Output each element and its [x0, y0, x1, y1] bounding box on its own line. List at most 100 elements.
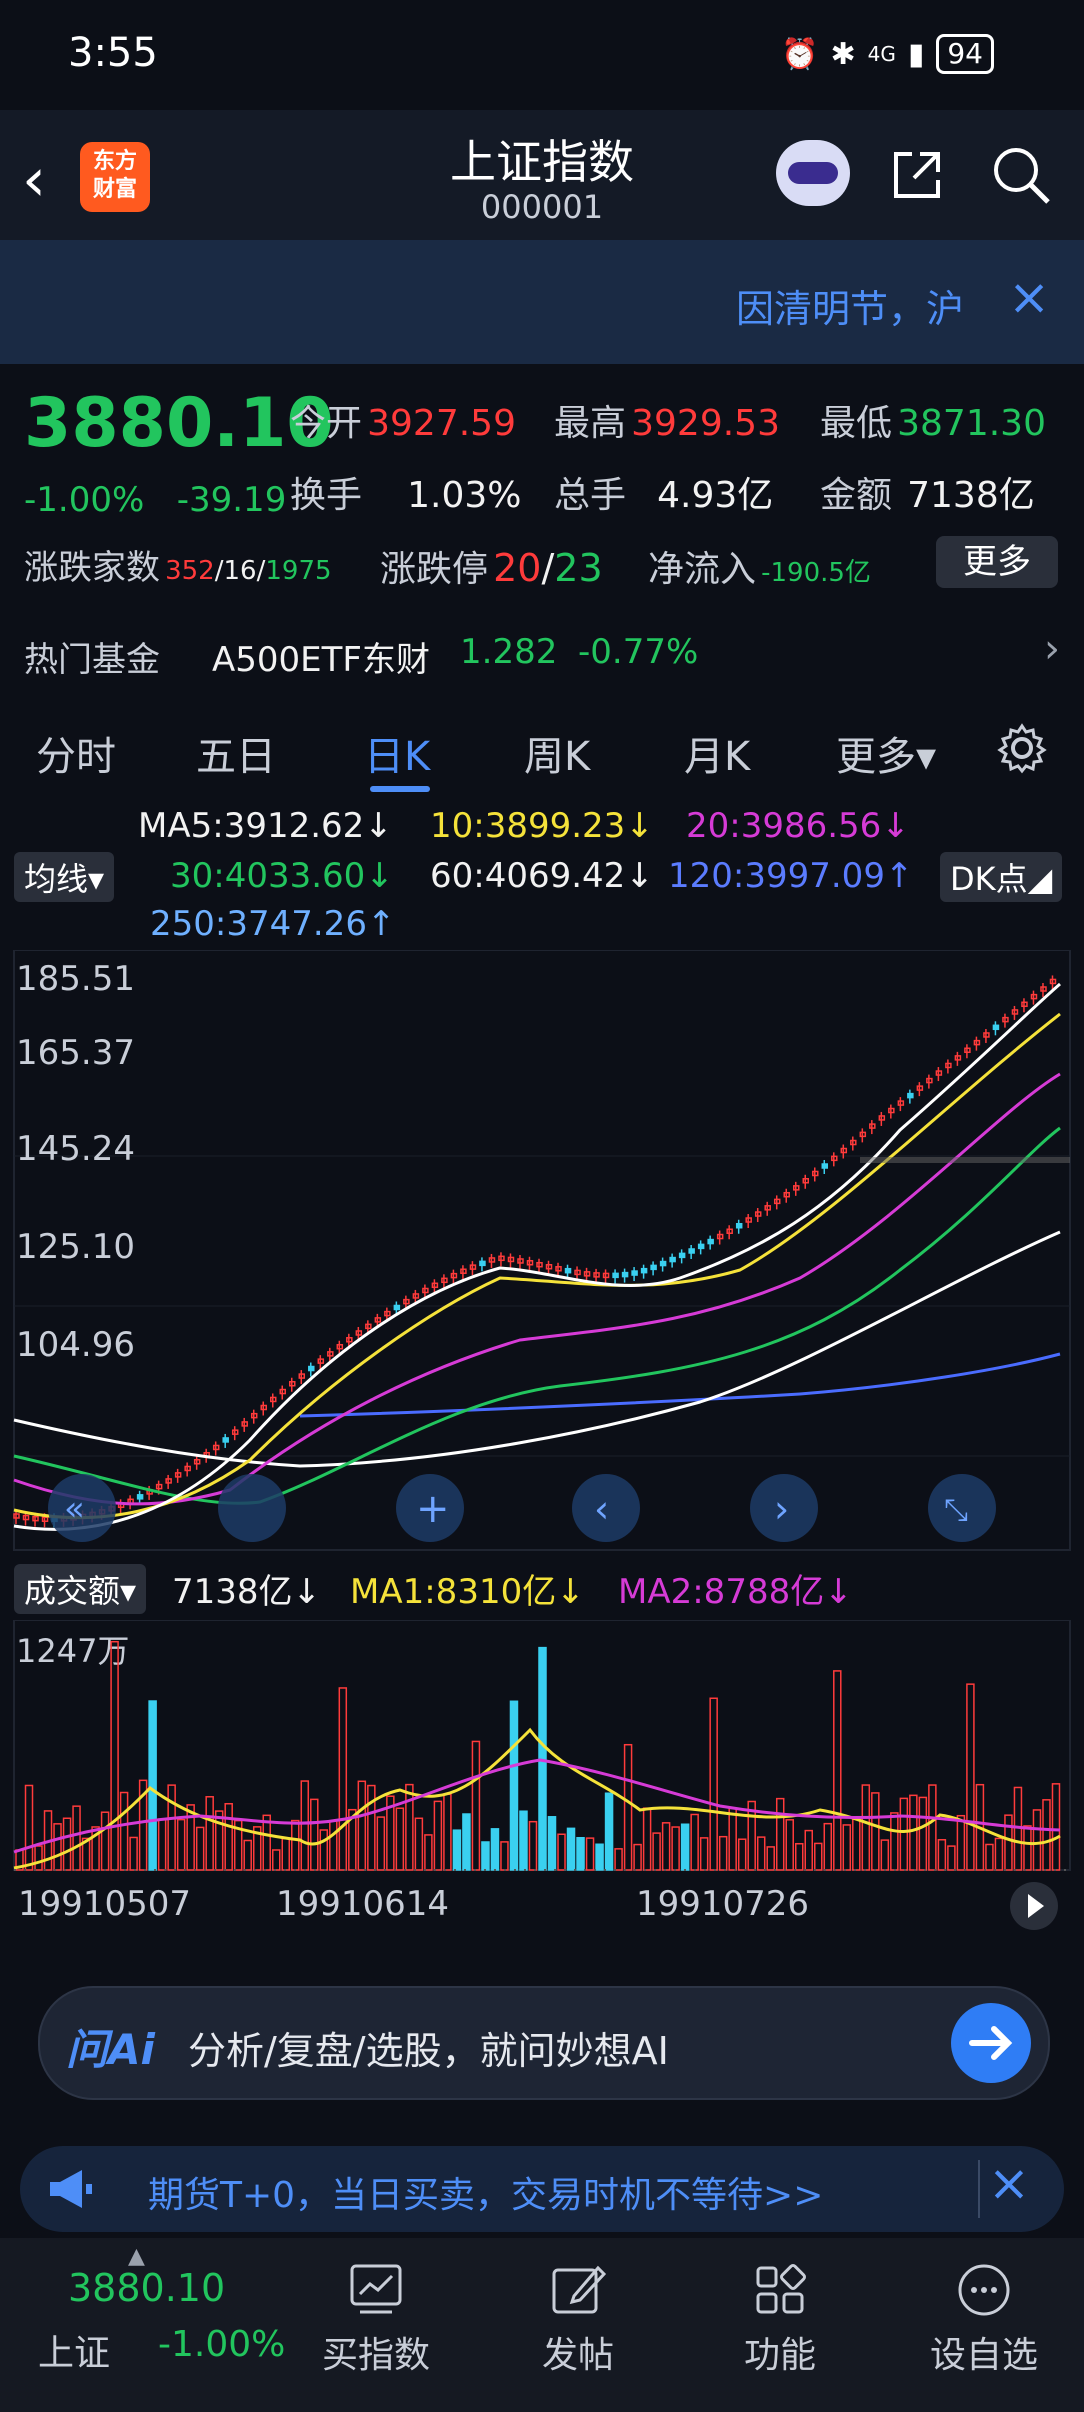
notice-bar[interactable]: 因清明节，沪 ×	[0, 240, 1084, 364]
volume-bar	[357, 1780, 367, 1871]
limit-down: 23	[554, 546, 603, 590]
volume-bar	[405, 1783, 414, 1871]
chevron-right-icon: ›	[774, 1487, 789, 1531]
candle-body	[678, 1252, 686, 1259]
volume-bar	[119, 1791, 129, 1871]
grid-icon	[756, 2264, 806, 2314]
volume-svg: 1247万	[13, 1619, 1071, 1871]
volume-bar	[1051, 1783, 1061, 1871]
tab-five-day[interactable]: 五日	[196, 724, 276, 782]
volume-bar	[728, 1807, 737, 1871]
volume-bar	[557, 1833, 566, 1871]
ai-ask-bar[interactable]: 问Ai 分析/复盘/选股，就问妙想AI	[38, 1986, 1050, 2100]
inflow-label: 净流入	[648, 549, 757, 590]
candle-body	[308, 1365, 315, 1372]
volume-bar	[176, 1818, 186, 1871]
candle-body	[821, 1163, 829, 1169]
tab-daily-k[interactable]: 日K	[364, 724, 430, 782]
signal-icon: ▮	[907, 36, 925, 72]
tab-weekly-k[interactable]: 周K	[524, 724, 590, 782]
status-icons: ⏰ ✱ 4G ▮ 94	[781, 34, 994, 74]
volume-bar	[519, 1810, 528, 1871]
volume-bar	[794, 1842, 804, 1871]
tab-intraday[interactable]: 分时	[36, 724, 116, 782]
more-dots-icon	[958, 2264, 1010, 2316]
dk-point-toggle[interactable]: DK点◢	[940, 852, 1063, 902]
volume-bar	[899, 1797, 909, 1871]
functions-label: 功能	[743, 2335, 816, 2376]
ma-legend: 均线▾ MA5:3912.62↓ 10:3899.23↓ 20:3986.56↓…	[0, 800, 1084, 950]
turnover-value: 1.03%	[407, 475, 522, 516]
volume-toggle[interactable]: 成交额▾	[14, 1564, 147, 1614]
share-icon[interactable]	[890, 148, 944, 202]
buy-index-button[interactable]: 买指数	[276, 2238, 476, 2378]
chevron-left-icon: ‹	[594, 1487, 609, 1531]
more-button[interactable]: 更多	[936, 536, 1058, 588]
ma5-value: MA5:3912.62↓	[138, 806, 393, 846]
candle-body	[612, 1272, 619, 1279]
tab-monthly-k[interactable]: 月K	[684, 724, 750, 782]
amount-value: 7138亿	[907, 475, 1035, 516]
promo-banner[interactable]: 期货T+0，当日买卖，交易时机不等待>> ×	[20, 2146, 1064, 2232]
volume-bar	[72, 1805, 81, 1871]
ma-toggle[interactable]: 均线▾	[14, 852, 115, 902]
alarm-icon: ⏰	[781, 36, 819, 72]
index-quick-quote[interactable]: ▲ 3880.10 上证 -1.00%	[0, 2238, 285, 2412]
candle-body	[631, 1270, 638, 1276]
close-icon[interactable]: ×	[988, 2154, 1030, 2212]
volume-bar	[167, 1784, 176, 1871]
edit-icon	[552, 2265, 607, 2314]
volume-bar	[585, 1837, 595, 1871]
ai-robot-icon[interactable]	[776, 140, 850, 206]
add-watchlist-button[interactable]: 设自选	[884, 2238, 1084, 2378]
chart-frame	[13, 949, 1071, 1551]
chevron-right-icon[interactable]: ›	[1044, 626, 1060, 672]
volume-bar	[985, 1843, 994, 1871]
volume-bar	[852, 1818, 861, 1871]
ma10-value: 10:3899.23↓	[430, 806, 654, 846]
volume-bar	[595, 1843, 604, 1871]
volume-bar	[699, 1837, 709, 1871]
index-name: 上证	[38, 2333, 111, 2374]
search-icon[interactable]	[990, 144, 1052, 206]
post-button[interactable]: 发帖	[478, 2238, 678, 2378]
index-change: -1.00%	[158, 2324, 286, 2365]
change-pct: -1.00%	[24, 480, 145, 520]
candle-body	[393, 1304, 401, 1311]
volume-bar	[766, 1846, 775, 1871]
volume-bar	[633, 1843, 642, 1871]
kline-chart[interactable]: « + ‹ › ⤡ 185.51 165.37 145.24 125.10 104.96	[0, 949, 1084, 1560]
candle-body	[479, 1260, 486, 1267]
volume-bar	[956, 1814, 966, 1871]
battery-icon: 94	[936, 34, 994, 74]
zoom-out-button	[218, 1474, 286, 1542]
volume-bar	[53, 1823, 62, 1871]
ma5-line	[13, 982, 1061, 1531]
send-arrow-icon[interactable]	[950, 2002, 1032, 2084]
ma60-value: 60:4069.42↓	[430, 856, 654, 896]
volume-bar	[880, 1839, 890, 1871]
volume-bar	[547, 1816, 557, 1871]
functions-button[interactable]: 功能	[680, 2238, 880, 2378]
volume-bar	[291, 1819, 300, 1871]
volume-bar	[490, 1828, 500, 1871]
candle-body	[640, 1267, 648, 1274]
x-axis-dates: 19910507 19910614 19910726	[0, 1880, 1084, 1940]
volume-bar	[737, 1838, 747, 1871]
volume-current: 7138亿↓	[172, 1572, 322, 1612]
open-value: 3927.59	[367, 403, 516, 444]
volume-chart[interactable]: 1247万	[0, 1619, 1084, 1900]
volume-bar	[443, 1793, 452, 1871]
open-label: 今开	[290, 403, 363, 444]
volume-bar	[500, 1841, 509, 1871]
tab-more[interactable]: 更多▾	[836, 724, 936, 782]
volume-bar	[224, 1802, 233, 1871]
play-icon[interactable]	[1008, 1880, 1060, 1932]
volume-bar	[909, 1794, 918, 1871]
hot-fund-row[interactable]: 热门基金 A500ETF东财 1.282 -0.77% ›	[0, 620, 1084, 694]
candle-body	[659, 1260, 667, 1267]
volume-bar	[338, 1687, 348, 1871]
volume-bar	[214, 1810, 224, 1871]
close-icon[interactable]: ×	[1008, 268, 1050, 326]
settings-gear-icon[interactable]	[996, 722, 1048, 774]
